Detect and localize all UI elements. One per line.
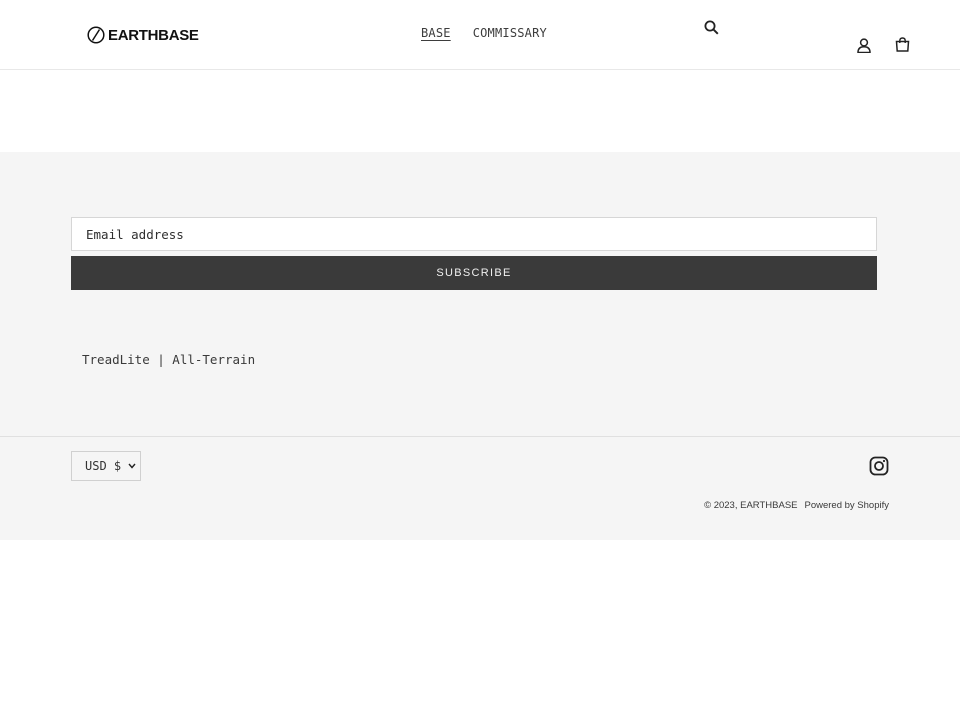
footer-tagline: TreadLite | All-Terrain bbox=[82, 352, 256, 367]
search-icon bbox=[704, 20, 719, 35]
brand-name: EARTHBASE bbox=[108, 26, 199, 44]
instagram-icon bbox=[869, 456, 889, 476]
site-header: EARTHBASE BASE COMMISSARY bbox=[0, 0, 960, 70]
cart-icon bbox=[895, 36, 909, 52]
instagram-link[interactable] bbox=[869, 456, 889, 476]
nav-item-commissary[interactable]: COMMISSARY bbox=[473, 26, 547, 40]
search-button[interactable] bbox=[702, 18, 720, 36]
account-icon bbox=[857, 37, 871, 53]
currency-value: USD $ bbox=[85, 459, 122, 473]
email-field[interactable] bbox=[71, 217, 877, 251]
site-footer: SUBSCRIBE TreadLite | All-Terrain USD $ … bbox=[0, 152, 960, 540]
cart-button[interactable] bbox=[893, 35, 911, 53]
chevron-down-icon bbox=[128, 463, 136, 469]
logo-mark-icon bbox=[87, 26, 105, 44]
powered-by-link[interactable]: Powered by Shopify bbox=[805, 500, 890, 511]
currency-select[interactable]: USD $ bbox=[71, 451, 141, 481]
account-button[interactable] bbox=[855, 36, 873, 54]
subscribe-button[interactable]: SUBSCRIBE bbox=[71, 256, 877, 290]
footer-divider bbox=[0, 436, 960, 437]
main-nav: BASE COMMISSARY bbox=[421, 26, 547, 40]
copyright-line: © 2023, EARTHBASE Powered by Shopify bbox=[704, 500, 889, 511]
brand-logo[interactable]: EARTHBASE bbox=[87, 25, 199, 45]
copyright-text[interactable]: © 2023, EARTHBASE bbox=[704, 500, 797, 511]
nav-item-base[interactable]: BASE bbox=[421, 26, 451, 40]
